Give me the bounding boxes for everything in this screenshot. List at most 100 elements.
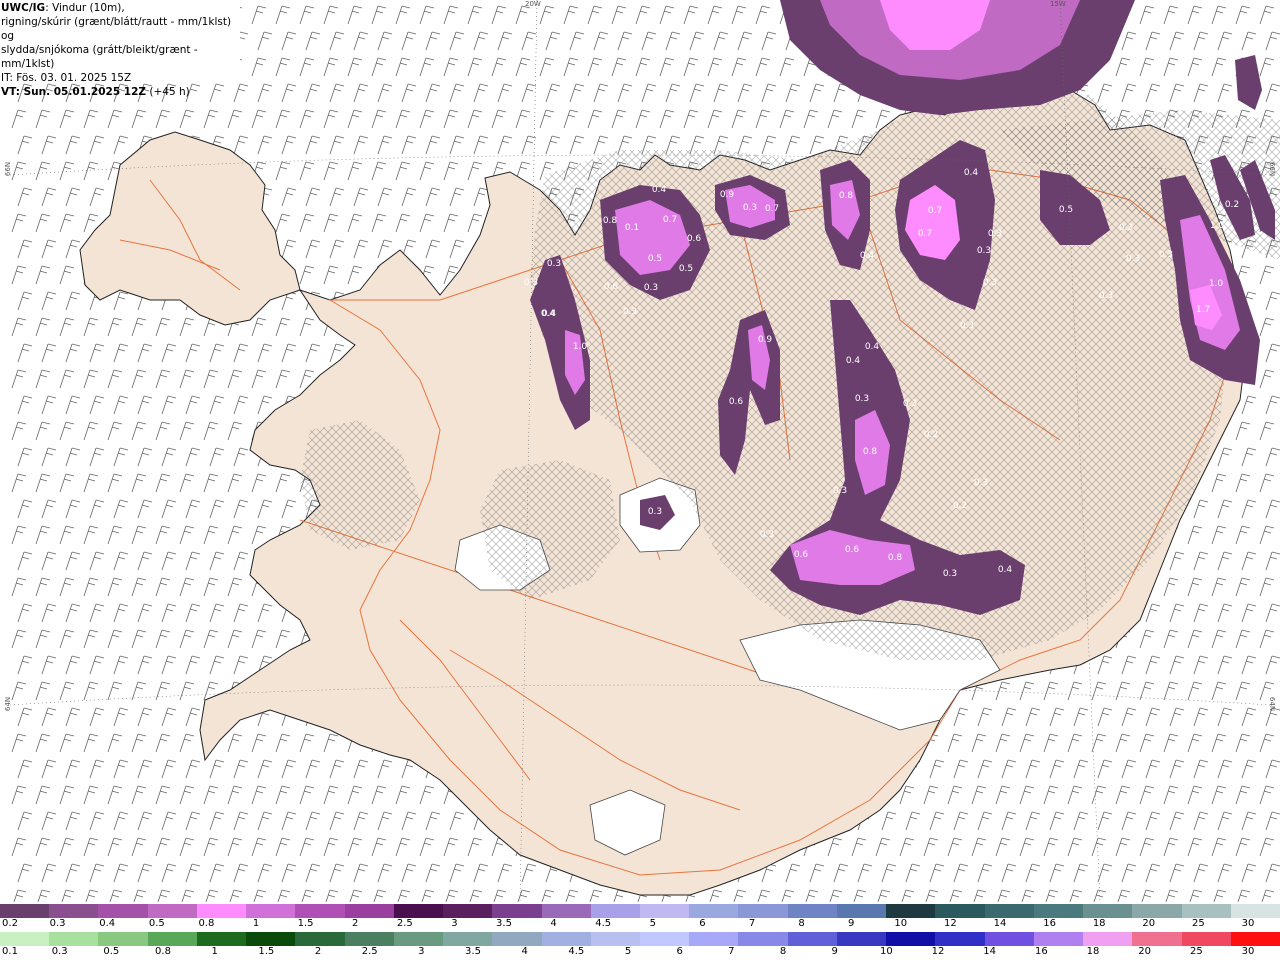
legend-label: 25 <box>1189 946 1203 957</box>
precip-value-label: 0.4 <box>846 356 861 366</box>
precip-value-label: 0.3 <box>855 394 869 404</box>
legend-label: 1 <box>252 918 260 929</box>
precip-value-label: 1.0 <box>1209 279 1224 289</box>
legend-label: 18 <box>1086 946 1100 957</box>
precip-value-label: 0.3 <box>943 569 957 579</box>
lead-time: (+45 h) <box>146 86 190 98</box>
precip-value-label: 0.4 <box>652 185 667 195</box>
precip-value-label: 0.6 <box>794 550 809 560</box>
precip-value-label: 0.7 <box>663 215 677 225</box>
lon-label-15w: 15W <box>1050 0 1066 8</box>
legend-label: 18 <box>1092 918 1106 929</box>
precip-value-label: 0.3 <box>623 307 637 317</box>
legend-swatch <box>1230 904 1280 918</box>
init-time: IT: Fös. 03. 01. 2025 15Z <box>1 72 132 84</box>
precip-value-label: 0.1 <box>625 223 639 233</box>
legend-swatch <box>0 904 50 918</box>
legend-swatch <box>1083 904 1134 918</box>
legend-swatch <box>984 904 1035 918</box>
legend-swatch <box>246 932 297 946</box>
legend-label: 4.5 <box>595 918 612 929</box>
precip-value-label: 0.4 <box>964 168 979 178</box>
legend-swatch <box>1033 932 1084 946</box>
legend-label: 7 <box>748 918 756 929</box>
legend-label: 2 <box>314 946 322 957</box>
legend-swatch <box>935 904 986 918</box>
legend-label: 0.4 <box>99 918 116 929</box>
legend-swatch <box>1181 932 1232 946</box>
legend-swatch <box>541 904 592 918</box>
legend-swatch <box>98 904 149 918</box>
valid-time: VT: Sun. 05.01.2025 12Z (+45 h) <box>1 85 240 99</box>
legend-swatch <box>98 932 149 946</box>
precip-value-label: 0.3 <box>1099 291 1113 301</box>
precip-value-label: 0.7 <box>918 229 932 239</box>
precip-value-label: 0.3 <box>988 229 1002 239</box>
precip-value-label: 0.5 <box>1059 205 1073 215</box>
legend-label: 1.5 <box>297 918 314 929</box>
precip-value-label: 0.4 <box>860 251 875 261</box>
precip-value-label: 0.4 <box>542 309 557 319</box>
lon-label-20w: 20W <box>525 0 541 8</box>
legend-swatch <box>738 904 789 918</box>
legend-label: 2.5 <box>396 918 413 929</box>
legend-label: 6 <box>699 918 706 929</box>
header-line-1: UWC/IG: Vindur (10m), <box>1 1 240 15</box>
precip-value-label: 0.3 <box>524 278 538 288</box>
legend-swatch <box>443 932 494 946</box>
legend-label: 0.2 <box>2 918 18 929</box>
legend-swatch <box>147 904 198 918</box>
precip-value-label: 0.3 <box>833 486 847 496</box>
legend-label: 5 <box>649 918 656 929</box>
legend-swatch <box>0 932 50 946</box>
legend-swatch <box>49 904 100 918</box>
precip-value-label: 1.0 <box>573 342 588 352</box>
precip-value-label: 0.3 <box>648 507 662 517</box>
lat-label-66n-right: 66N <box>1268 161 1277 177</box>
legend-label: 12 <box>931 946 945 957</box>
legend-label: 14 <box>983 946 997 957</box>
legend-label: 8 <box>798 918 805 929</box>
lat-label-64n-left: 64N <box>4 696 13 712</box>
legend-swatch <box>590 932 641 946</box>
precip-value-label: 0.7 <box>928 206 942 216</box>
legend-swatch <box>689 904 740 918</box>
legend-label: 2 <box>352 918 359 929</box>
legend-swatch <box>295 904 346 918</box>
precip-value-label: 0.4 <box>865 342 880 352</box>
precip-value-label: 0.6 <box>845 545 860 555</box>
precip-value-label: 0.3 <box>1159 250 1173 260</box>
precip-value-label: 0.3 <box>760 530 774 540</box>
map-header: UWC/IG: Vindur (10m), rigning/skúrir (gr… <box>0 0 240 98</box>
rain-legend-labels: 0.1 0.3 0.5 0.8 1 1.5 2 2.5 3 3.5 4 4.5 5 6 7 8 9 10 12 14 1… <box>0 946 1280 960</box>
legend-label: 1.5 <box>258 946 275 957</box>
precip-value-label: 0.8 <box>863 447 878 457</box>
precip-value-label: 0.3 <box>974 478 988 488</box>
legend-label: 0.8 <box>198 918 215 929</box>
legend-swatch <box>836 932 887 946</box>
legend-swatch <box>640 904 690 918</box>
precip-value-label: 0.6 <box>729 397 744 407</box>
legend-swatch <box>393 932 444 946</box>
legend-label: 3.5 <box>465 946 481 957</box>
legend-label: 0.3 <box>51 946 68 957</box>
legend-label: 12 <box>944 918 957 929</box>
legend-label: 8 <box>779 946 787 957</box>
precip-value-label: 0.7 <box>765 204 779 214</box>
precip-value-label: 0.6 <box>604 282 619 292</box>
legend-label: 0.3 <box>49 918 66 929</box>
legend-swatch <box>1132 904 1183 918</box>
legend-swatch <box>1132 932 1183 946</box>
legend-swatch <box>640 932 690 946</box>
precip-value-label: 0.3 <box>547 259 561 269</box>
legend-swatch <box>147 932 198 946</box>
legend-swatch <box>935 932 986 946</box>
legend-swatch <box>886 904 937 918</box>
precip-value-label: 0.3 <box>960 321 974 331</box>
legend-label: 9 <box>848 918 855 929</box>
precip-value-label: 0.9 <box>720 190 735 200</box>
legend-swatch <box>492 904 543 918</box>
legend-label: 14 <box>993 918 1007 929</box>
legend-swatch <box>1083 932 1134 946</box>
legend-swatch <box>344 932 395 946</box>
